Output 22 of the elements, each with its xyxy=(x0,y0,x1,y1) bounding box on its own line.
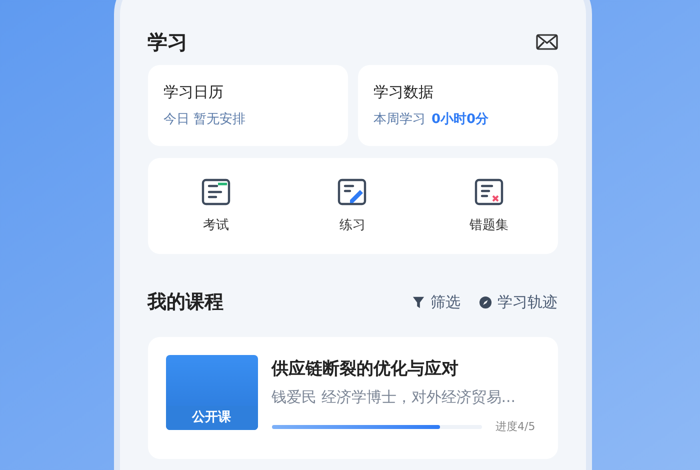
card-title: 学习日历 xyxy=(164,82,224,103)
card-label: 今日 暂无安排 xyxy=(164,110,246,128)
course-subtitle: 钱爱民 经济学博士，对外经济贸易... xyxy=(272,387,517,408)
progress-text: 进度4/5 xyxy=(496,418,536,434)
shortcut-button[interactable]: 考试 xyxy=(148,176,284,236)
section-action[interactable]: 筛选 xyxy=(412,291,460,314)
mail-icon[interactable] xyxy=(536,34,558,50)
section-action[interactable]: 学习轨迹 xyxy=(478,291,558,314)
course-card[interactable]: 公开课 供应链断裂的优化与应对 钱爱民 经济学博士，对外经济贸易... 进度4/5 xyxy=(148,336,558,459)
section-title: 我的课程 xyxy=(148,290,224,315)
card-value: 0小时0分 xyxy=(432,110,489,128)
shortcut-button[interactable]: 错题集 xyxy=(420,176,558,236)
summary-card[interactable]: 学习日历 今日 暂无安排 xyxy=(148,65,348,146)
summary-card[interactable]: 学习数据 本周学习 0小时0分 xyxy=(358,65,558,146)
page-title: 学习 xyxy=(148,29,188,56)
filter-icon xyxy=(412,296,424,309)
course-title: 供应链断裂的优化与应对 xyxy=(272,358,460,380)
compass-icon xyxy=(478,296,492,309)
cover-badge: 公开课 xyxy=(166,406,258,430)
card-title: 学习数据 xyxy=(374,82,434,103)
card-label: 本周学习 xyxy=(374,110,426,128)
shortcut-button[interactable]: 练习 xyxy=(284,176,421,236)
